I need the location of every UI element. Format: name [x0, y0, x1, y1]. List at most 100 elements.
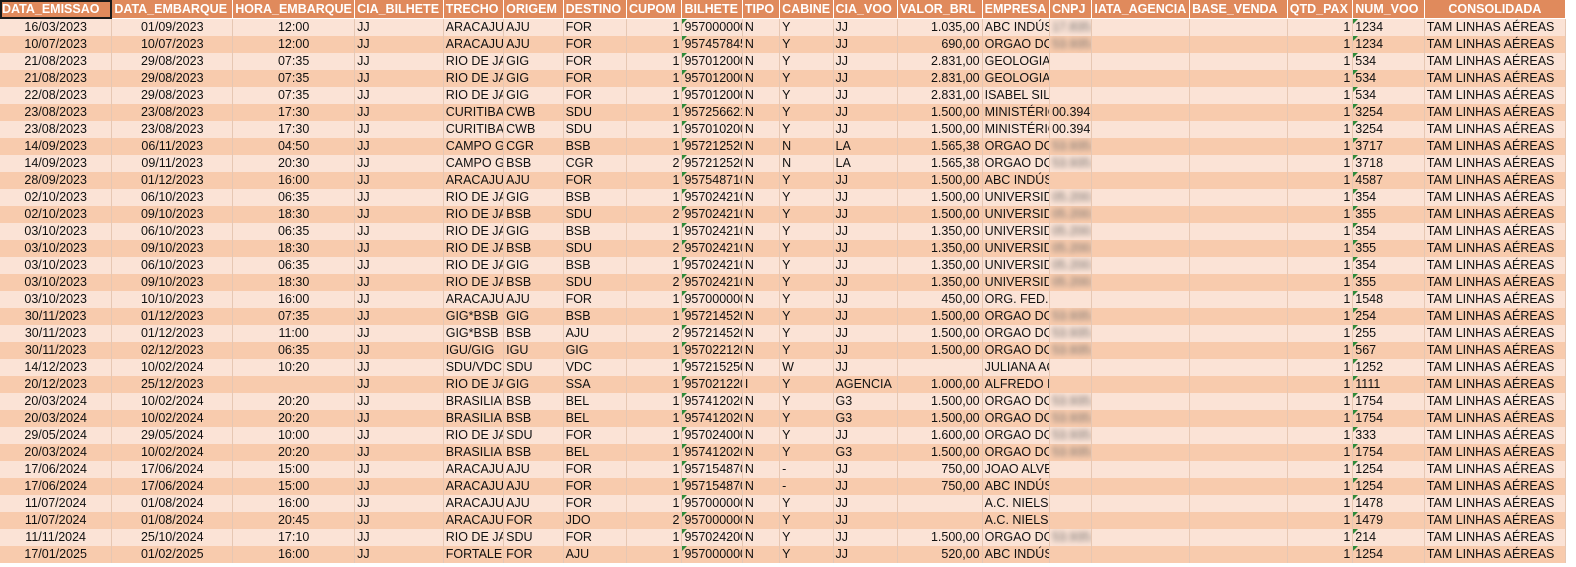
cell-cia-bilhete[interactable]: JJ: [354, 257, 444, 274]
cell-data-emissao[interactable]: 22/08/2023: [0, 87, 113, 104]
cell-cabine[interactable]: Y: [779, 495, 834, 512]
cell-cupom[interactable]: 1: [626, 70, 683, 87]
cell-base-venda[interactable]: [1189, 70, 1288, 87]
cell-hora-embarque[interactable]: 18:30: [232, 240, 356, 257]
cell-cia-voo[interactable]: JJ: [833, 257, 899, 274]
cell-trecho[interactable]: RIO DE JA: [443, 189, 505, 206]
cell-valor-brl[interactable]: 2.831,00: [897, 87, 983, 104]
cell-cia-bilhete[interactable]: JJ: [354, 546, 444, 563]
cell-destino[interactable]: BEL: [563, 393, 628, 410]
cell-origem[interactable]: BSB: [503, 393, 564, 410]
cell-cupom[interactable]: 1: [626, 172, 683, 189]
cell-valor-brl[interactable]: 1.600,00: [897, 427, 983, 444]
cell-trecho[interactable]: RIO DE JA: [443, 376, 505, 393]
cell-destino[interactable]: BSB: [563, 308, 628, 325]
cell-trecho[interactable]: ARACAJU: [443, 495, 505, 512]
cell-empresa[interactable]: UNIVERSID: [982, 206, 1051, 223]
cell-bilhete[interactable]: 957215250: [681, 359, 743, 376]
cell-cabine[interactable]: Y: [779, 444, 834, 461]
cell-data-emissao[interactable]: 23/08/2023: [0, 104, 113, 121]
cell-empresa[interactable]: UNIVERSID: [982, 223, 1051, 240]
cell-destino[interactable]: SDU: [563, 104, 628, 121]
cell-origem[interactable]: BSB: [503, 410, 564, 427]
cell-hora-embarque[interactable]: 20:20: [232, 393, 356, 410]
cell-valor-brl[interactable]: 1.500,00: [897, 393, 983, 410]
cell-iata-agencia[interactable]: [1091, 376, 1191, 393]
cell-empresa[interactable]: GEOLOGIA XT: [982, 70, 1051, 87]
cell-num-voo[interactable]: 3254: [1352, 104, 1425, 121]
cell-qtd-pax[interactable]: 1: [1287, 189, 1354, 206]
cell-empresa[interactable]: A.C. NIELSEN DO BRASIL: [982, 495, 1051, 512]
cell-cia-voo[interactable]: JJ: [833, 274, 899, 291]
cell-cia-bilhete[interactable]: JJ: [354, 70, 444, 87]
cell-cabine[interactable]: W: [779, 359, 834, 376]
cell-valor-brl[interactable]: 1.350,00: [897, 274, 983, 291]
cell-destino[interactable]: AJU: [563, 325, 628, 342]
cell-tipo[interactable]: N: [742, 342, 781, 359]
cell-tipo[interactable]: N: [742, 478, 781, 495]
cell-data-embarque[interactable]: 29/08/2023: [111, 87, 234, 104]
cell-qtd-pax[interactable]: 1: [1287, 410, 1354, 427]
cell-empresa[interactable]: ORGAO DO: [982, 155, 1051, 172]
cell-tipo[interactable]: N: [742, 291, 781, 308]
cell-cia-voo[interactable]: JJ: [833, 240, 899, 257]
cell-num-voo[interactable]: 254: [1352, 308, 1425, 325]
cell-trecho[interactable]: FORTALE: [443, 546, 505, 563]
cell-consolidada[interactable]: TAM LINHAS AÉREAS: [1424, 444, 1567, 461]
cell-hora-embarque[interactable]: 06:35: [232, 342, 356, 359]
cell-consolidada[interactable]: TAM LINHAS AÉREAS: [1424, 104, 1567, 121]
cell-origem[interactable]: GIG: [503, 87, 564, 104]
cell-hora-embarque[interactable]: 16:00: [232, 546, 356, 563]
cell-destino[interactable]: FOR: [563, 478, 628, 495]
cell-trecho[interactable]: ARACAJU: [443, 512, 505, 529]
cell-cnpj[interactable]: 53.935.029/0001-21: [1049, 138, 1093, 155]
cell-trecho[interactable]: RIO DE JA: [443, 87, 505, 104]
cell-qtd-pax[interactable]: 1: [1287, 308, 1354, 325]
header-trecho[interactable]: TRECHO: [443, 0, 505, 19]
cell-cia-bilhete[interactable]: JJ: [354, 512, 444, 529]
cell-qtd-pax[interactable]: 1: [1287, 223, 1354, 240]
cell-origem[interactable]: BSB: [503, 274, 564, 291]
cell-hora-embarque[interactable]: 10:20: [232, 359, 356, 376]
cell-tipo[interactable]: N: [742, 461, 781, 478]
cell-hora-embarque[interactable]: 16:00: [232, 291, 356, 308]
cell-destino[interactable]: FOR: [563, 53, 628, 70]
cell-valor-brl[interactable]: 1.500,00: [897, 410, 983, 427]
cell-iata-agencia[interactable]: [1091, 18, 1191, 36]
cell-cnpj[interactable]: 05.200.001/0001-01: [1049, 223, 1093, 240]
cell-data-embarque[interactable]: 01/08/2024: [111, 495, 234, 512]
cell-bilhete[interactable]: 957000000: [681, 512, 743, 529]
cell-cnpj[interactable]: 05.200.001/0001-01: [1049, 189, 1093, 206]
cell-valor-brl[interactable]: 1.565,38: [897, 155, 983, 172]
cell-hora-embarque[interactable]: 16:00: [232, 495, 356, 512]
cell-valor-brl[interactable]: 1.350,00: [897, 257, 983, 274]
cell-bilhete[interactable]: 957000000: [681, 291, 743, 308]
cell-num-voo[interactable]: 354: [1352, 223, 1425, 240]
cell-cia-voo[interactable]: JJ: [833, 342, 899, 359]
cell-destino[interactable]: JDO: [563, 512, 628, 529]
cell-trecho[interactable]: RIO DE JA: [443, 529, 505, 546]
cell-iata-agencia[interactable]: [1091, 325, 1191, 342]
cell-tipo[interactable]: N: [742, 240, 781, 257]
cell-qtd-pax[interactable]: 1: [1287, 36, 1354, 53]
cell-origem[interactable]: GIG: [503, 189, 564, 206]
cell-base-venda[interactable]: [1189, 18, 1288, 36]
cell-valor-brl[interactable]: 1.500,00: [897, 104, 983, 121]
cell-cabine[interactable]: Y: [779, 36, 834, 53]
cell-cabine[interactable]: Y: [779, 87, 834, 104]
cell-qtd-pax[interactable]: 1: [1287, 393, 1354, 410]
cell-cabine[interactable]: Y: [779, 546, 834, 563]
cell-cupom[interactable]: 2: [626, 512, 683, 529]
cell-base-venda[interactable]: [1189, 138, 1288, 155]
cell-base-venda[interactable]: [1189, 478, 1288, 495]
cell-hora-embarque[interactable]: 06:35: [232, 189, 356, 206]
cell-cia-voo[interactable]: JJ: [833, 478, 899, 495]
cell-bilhete[interactable]: 957548710: [681, 172, 743, 189]
cell-data-embarque[interactable]: 10/07/2023: [111, 36, 234, 53]
cell-trecho[interactable]: CURITIBA: [443, 121, 505, 138]
cell-num-voo[interactable]: 354: [1352, 257, 1425, 274]
cell-origem[interactable]: GIG: [503, 70, 564, 87]
cell-trecho[interactable]: BRASILIA: [443, 410, 505, 427]
cell-base-venda[interactable]: [1189, 291, 1288, 308]
cell-cia-bilhete[interactable]: JJ: [354, 291, 444, 308]
